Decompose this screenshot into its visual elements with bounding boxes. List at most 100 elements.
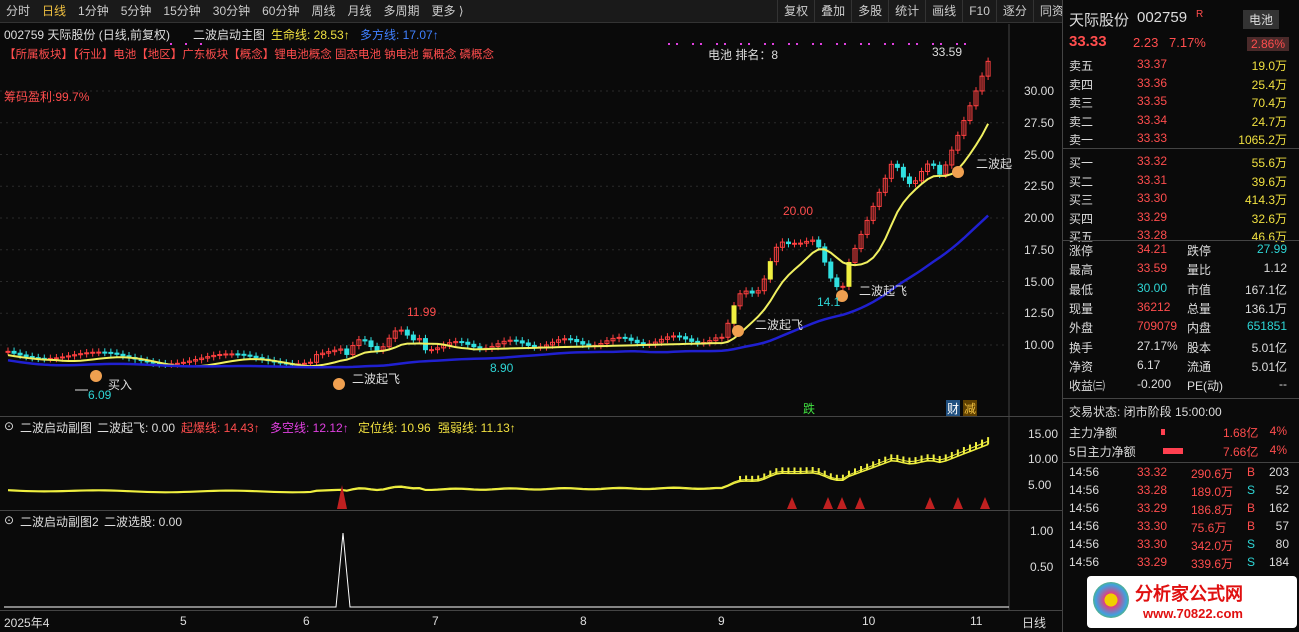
tick-time-5: 14:56	[1069, 555, 1100, 569]
takeoff-marker	[823, 497, 833, 509]
candle	[229, 353, 235, 356]
sub2-title: 二波启动副图2	[20, 515, 99, 529]
flow-label-1: 5日主力净额	[1069, 445, 1136, 459]
candle	[749, 290, 755, 294]
candle	[471, 343, 477, 348]
candle	[731, 305, 737, 324]
ask-vol-4: 1065.2万	[1238, 133, 1287, 148]
candle	[586, 343, 592, 347]
toolbar-btn-1[interactable]: 叠加	[814, 0, 851, 23]
stat-value-5: 27.17%	[1137, 338, 1178, 353]
tab-6[interactable]: 60分钟	[256, 0, 305, 23]
candle	[241, 353, 247, 356]
candle	[634, 339, 640, 344]
candle	[640, 342, 646, 345]
candle	[368, 340, 374, 348]
toolbar-btn-0[interactable]: 复权	[777, 0, 814, 23]
candle	[120, 353, 126, 357]
life-line-label: 生命线: 28.53↑	[271, 28, 350, 42]
tab-2[interactable]: 1分钟	[72, 0, 115, 23]
toolbar-btn-2[interactable]: 多股	[851, 0, 888, 23]
sub1-s2: 起爆线: 14.43↑	[181, 421, 260, 435]
candle	[906, 176, 912, 184]
tab-5[interactable]: 30分钟	[207, 0, 256, 23]
sub1-s5: 强弱线: 11.13↑	[438, 421, 516, 435]
main-y-tick-3: 22.50	[1024, 179, 1055, 194]
stat-value-0: 34.21	[1137, 242, 1168, 256]
label-141: 14.1	[817, 295, 841, 309]
sub1-s1: 二波起飞: 0.00	[97, 421, 176, 435]
tab-9[interactable]: 多周期	[378, 0, 426, 23]
tick-vol-0: 290.6万	[1191, 467, 1234, 481]
date-tick-0: 2025年4	[4, 616, 50, 630]
candle	[459, 341, 465, 344]
candle	[465, 341, 471, 345]
stat-label2-1: 量比	[1187, 263, 1212, 278]
bid-label-0: 买一	[1069, 156, 1094, 170]
main-chart[interactable]: 002759 天际股份 (日线,前复权) 二波启动主图 生命线: 28.53↑ …	[0, 24, 1062, 417]
candle	[719, 336, 725, 339]
sub-chart-2[interactable]: ⊙ 二波启动副图2 二波选股: 0.00 1.00 0.50	[0, 510, 1062, 611]
stat-label-0: 涨停	[1069, 244, 1094, 258]
stat-value2-7: --	[1279, 377, 1287, 392]
buy-label: 买入	[108, 378, 133, 392]
toolbar-btn-5[interactable]: F10	[962, 0, 996, 23]
event-reduce[interactable]: 减	[963, 400, 978, 417]
sub-chart-1[interactable]: ⊙ 二波启动副图 二波起飞: 0.00 起爆线: 14.43↑ 多空线: 12.…	[0, 416, 1062, 511]
label-1199: 11.99	[407, 305, 437, 319]
sub2-toggle-icon[interactable]: ⊙	[4, 513, 14, 527]
signal-dot	[908, 43, 910, 45]
candle	[108, 351, 114, 354]
date-tick-6: 10	[862, 614, 876, 628]
stat-label2-3: 总量	[1187, 301, 1212, 316]
ask-label-2: 卖三	[1069, 96, 1094, 111]
tab-0[interactable]: 分时	[0, 0, 36, 23]
quote-panel: 天际股份 002759 R 电池 33.33 2.23 7.17% 2.86% 卖五 33.37 1…	[1062, 0, 1299, 632]
tab-8[interactable]: 月线	[342, 0, 378, 23]
candle	[580, 341, 586, 345]
main-chart-svg[interactable]	[0, 24, 1062, 416]
candle	[114, 352, 120, 355]
bid-vol-2: 414.3万	[1244, 193, 1287, 208]
tab-1[interactable]: 日线	[36, 0, 72, 23]
takeoff-marker	[925, 497, 935, 509]
stat-label2-4: 内盘	[1187, 321, 1212, 336]
tick-time-1: 14:56	[1069, 483, 1100, 497]
select-line	[4, 532, 1009, 608]
sub1-toggle-icon[interactable]: ⊙	[4, 419, 14, 433]
event-fall[interactable]: 跌	[803, 400, 815, 417]
tab-3[interactable]: 5分钟	[115, 0, 158, 23]
event-finance[interactable]: 财	[946, 400, 961, 417]
toolbar-btn-3[interactable]: 统计	[888, 0, 925, 23]
candle	[568, 338, 574, 341]
signal-dot	[892, 43, 894, 45]
concept-tags: 【所属板块】【行业】电池【地区】广东板块【概念】锂电池概念 固态电池 钠电池 氟…	[4, 49, 495, 61]
candle	[17, 352, 23, 356]
tab-4[interactable]: 15分钟	[157, 0, 206, 23]
sector-name[interactable]: 电池	[1243, 10, 1280, 29]
sub1-line-2	[7, 443, 989, 494]
toolbar-btn-4[interactable]: 画线	[925, 0, 962, 23]
stat-value2-5: 5.01亿	[1251, 340, 1287, 355]
candle	[59, 356, 65, 359]
candle	[574, 339, 580, 343]
tick-count-3: 57	[1275, 519, 1289, 533]
toolbar-btn-6[interactable]: 逐分	[995, 0, 1033, 23]
signal-dot	[788, 43, 790, 45]
bid-vol-3: 32.6万	[1251, 211, 1287, 226]
tab-10[interactable]: 更多 ⟩	[426, 0, 470, 23]
stat-label2-0: 跌停	[1187, 244, 1212, 258]
tick-price-1: 33.28	[1137, 483, 1168, 497]
tab-7[interactable]: 周线	[305, 0, 341, 23]
stat-label2-6: 流通	[1187, 359, 1212, 374]
candle	[374, 346, 380, 351]
signal-dot	[964, 43, 966, 45]
candle	[344, 348, 350, 355]
signal-dot	[860, 43, 862, 45]
flow-bar	[1161, 429, 1165, 435]
signal-dot	[668, 43, 670, 45]
tick-side-0: B	[1247, 465, 1256, 479]
candle	[174, 362, 180, 365]
label-890: 8.90	[490, 361, 514, 375]
candle	[767, 261, 773, 280]
